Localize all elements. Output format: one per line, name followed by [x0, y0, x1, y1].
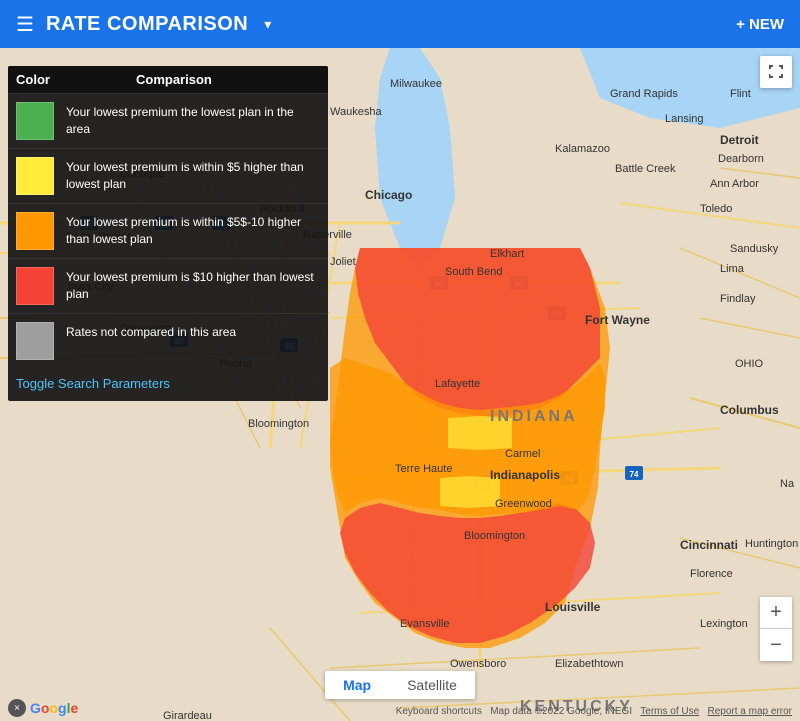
legend-text-0: Your lowest premium the lowest plan in t…: [66, 102, 320, 138]
legend-text-1: Your lowest premium is within $5 higher …: [66, 157, 320, 193]
close-attribution-button[interactable]: ×: [8, 699, 26, 717]
fullscreen-icon: [768, 64, 784, 80]
hamburger-icon[interactable]: ☰: [16, 12, 34, 37]
map-type-satellite[interactable]: Satellite: [389, 671, 475, 699]
bottom-attribution: Keyboard shortcuts Map data ©2022 Google…: [396, 706, 792, 717]
legend-text-4: Rates not compared in this area: [66, 322, 236, 341]
report-link[interactable]: Report a map error: [708, 706, 792, 717]
legend-panel: Color Comparison Your lowest premium the…: [8, 66, 328, 401]
legend-row-2: Your lowest premium is within $5$-10 hig…: [8, 203, 328, 258]
legend-row-4: Rates not compared in this area: [8, 313, 328, 368]
zoom-controls: + −: [760, 597, 792, 661]
header: ☰ RATE COMPARISON ▾ + NEW: [0, 0, 800, 48]
keyboard-shortcuts[interactable]: Keyboard shortcuts: [396, 706, 482, 717]
map-container: 90 80 90 80 65 70 55 74 90 80 69: [0, 48, 800, 721]
google-logo: Google: [30, 700, 78, 716]
legend-color-col: Color: [16, 72, 76, 87]
legend-row-1: Your lowest premium is within $5 higher …: [8, 148, 328, 203]
legend-color-0: [16, 102, 54, 140]
legend-text-3: Your lowest premium is $10 higher than l…: [66, 267, 320, 303]
header-left: ☰ RATE COMPARISON ▾: [16, 12, 271, 37]
legend-color-1: [16, 157, 54, 195]
dropdown-icon[interactable]: ▾: [264, 16, 271, 33]
google-attribution: × Google: [8, 699, 78, 717]
map-type-map[interactable]: Map: [325, 671, 389, 699]
legend-color-3: [16, 267, 54, 305]
toggle-search-button[interactable]: Toggle Search Parameters: [8, 368, 178, 401]
legend-rows: Your lowest premium the lowest plan in t…: [8, 93, 328, 368]
app-title: RATE COMPARISON: [46, 13, 248, 36]
legend-color-2: [16, 212, 54, 250]
zoom-out-button[interactable]: −: [760, 629, 792, 661]
legend-text-2: Your lowest premium is within $5$-10 hig…: [66, 212, 320, 248]
svg-text:74: 74: [630, 470, 639, 479]
fullscreen-button[interactable]: [760, 56, 792, 88]
new-button[interactable]: + NEW: [736, 16, 784, 33]
zoom-in-button[interactable]: +: [760, 597, 792, 629]
legend-color-4: [16, 322, 54, 360]
map-data-text: Map data ©2022 Google, INEGI: [490, 706, 632, 717]
legend-comparison-col: Comparison: [136, 72, 212, 87]
legend-header: Color Comparison: [8, 66, 328, 93]
map-type-selector: Map Satellite: [325, 671, 475, 699]
legend-row-0: Your lowest premium the lowest plan in t…: [8, 93, 328, 148]
terms-link[interactable]: Terms of Use: [640, 706, 699, 717]
legend-row-3: Your lowest premium is $10 higher than l…: [8, 258, 328, 313]
